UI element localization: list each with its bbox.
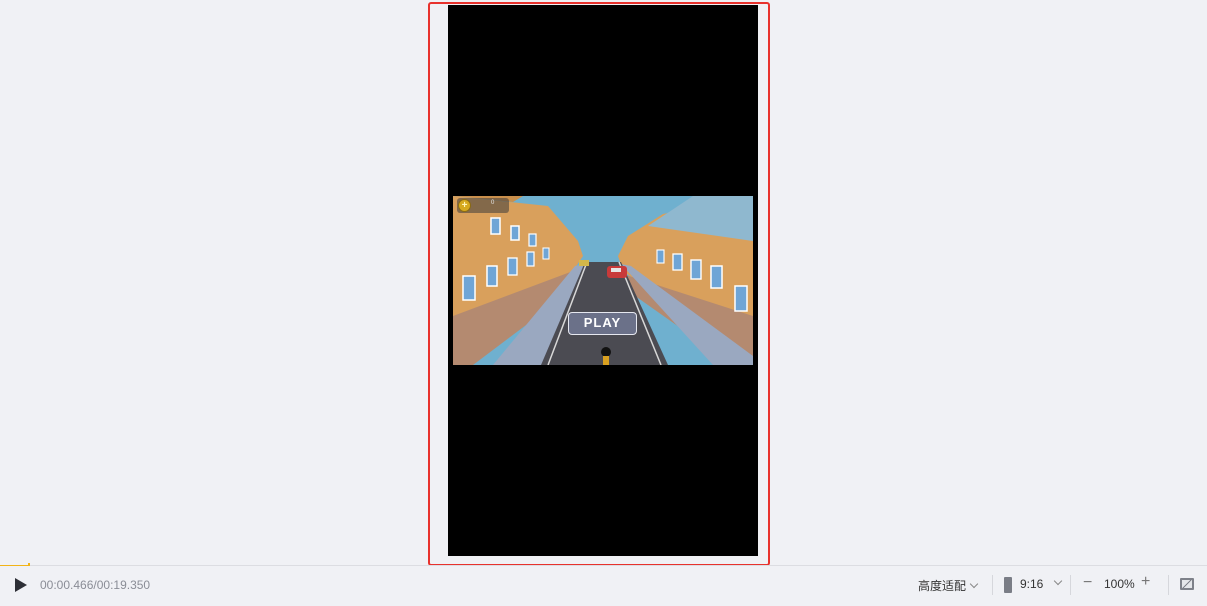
game-scene bbox=[453, 196, 753, 365]
coin-count: 0 bbox=[491, 200, 495, 206]
zoom-out-button[interactable]: − bbox=[1083, 574, 1092, 592]
divider bbox=[1168, 575, 1169, 595]
chevron-down-icon bbox=[1053, 576, 1063, 586]
time-readout: 00:00.466/00:19.350 bbox=[40, 578, 151, 592]
game-video[interactable]: + 0 PLAY bbox=[453, 196, 753, 365]
game-play-button[interactable]: PLAY bbox=[568, 312, 637, 335]
fit-mode-select[interactable]: 高度适配 bbox=[918, 577, 979, 594]
fit-mode-label: 高度适配 bbox=[918, 579, 967, 593]
fullscreen-icon[interactable] bbox=[1180, 578, 1194, 590]
zoom-level: 100% bbox=[1104, 577, 1135, 591]
zoom-in-button[interactable]: + bbox=[1141, 573, 1150, 591]
aspect-ratio-label: 9:16 bbox=[1020, 577, 1044, 591]
play-icon[interactable] bbox=[14, 577, 28, 593]
portrait-ratio-icon bbox=[1004, 577, 1012, 593]
divider bbox=[992, 575, 993, 595]
coin-icon: + bbox=[458, 199, 471, 212]
player-control-bar: 00:00.466/00:19.350 高度适配 9:16 − 100% + bbox=[0, 566, 1207, 606]
preview-canvas: + 0 PLAY bbox=[0, 0, 1207, 566]
divider bbox=[1070, 575, 1071, 595]
coin-counter: + 0 bbox=[457, 198, 509, 213]
chevron-down-icon bbox=[969, 579, 979, 589]
